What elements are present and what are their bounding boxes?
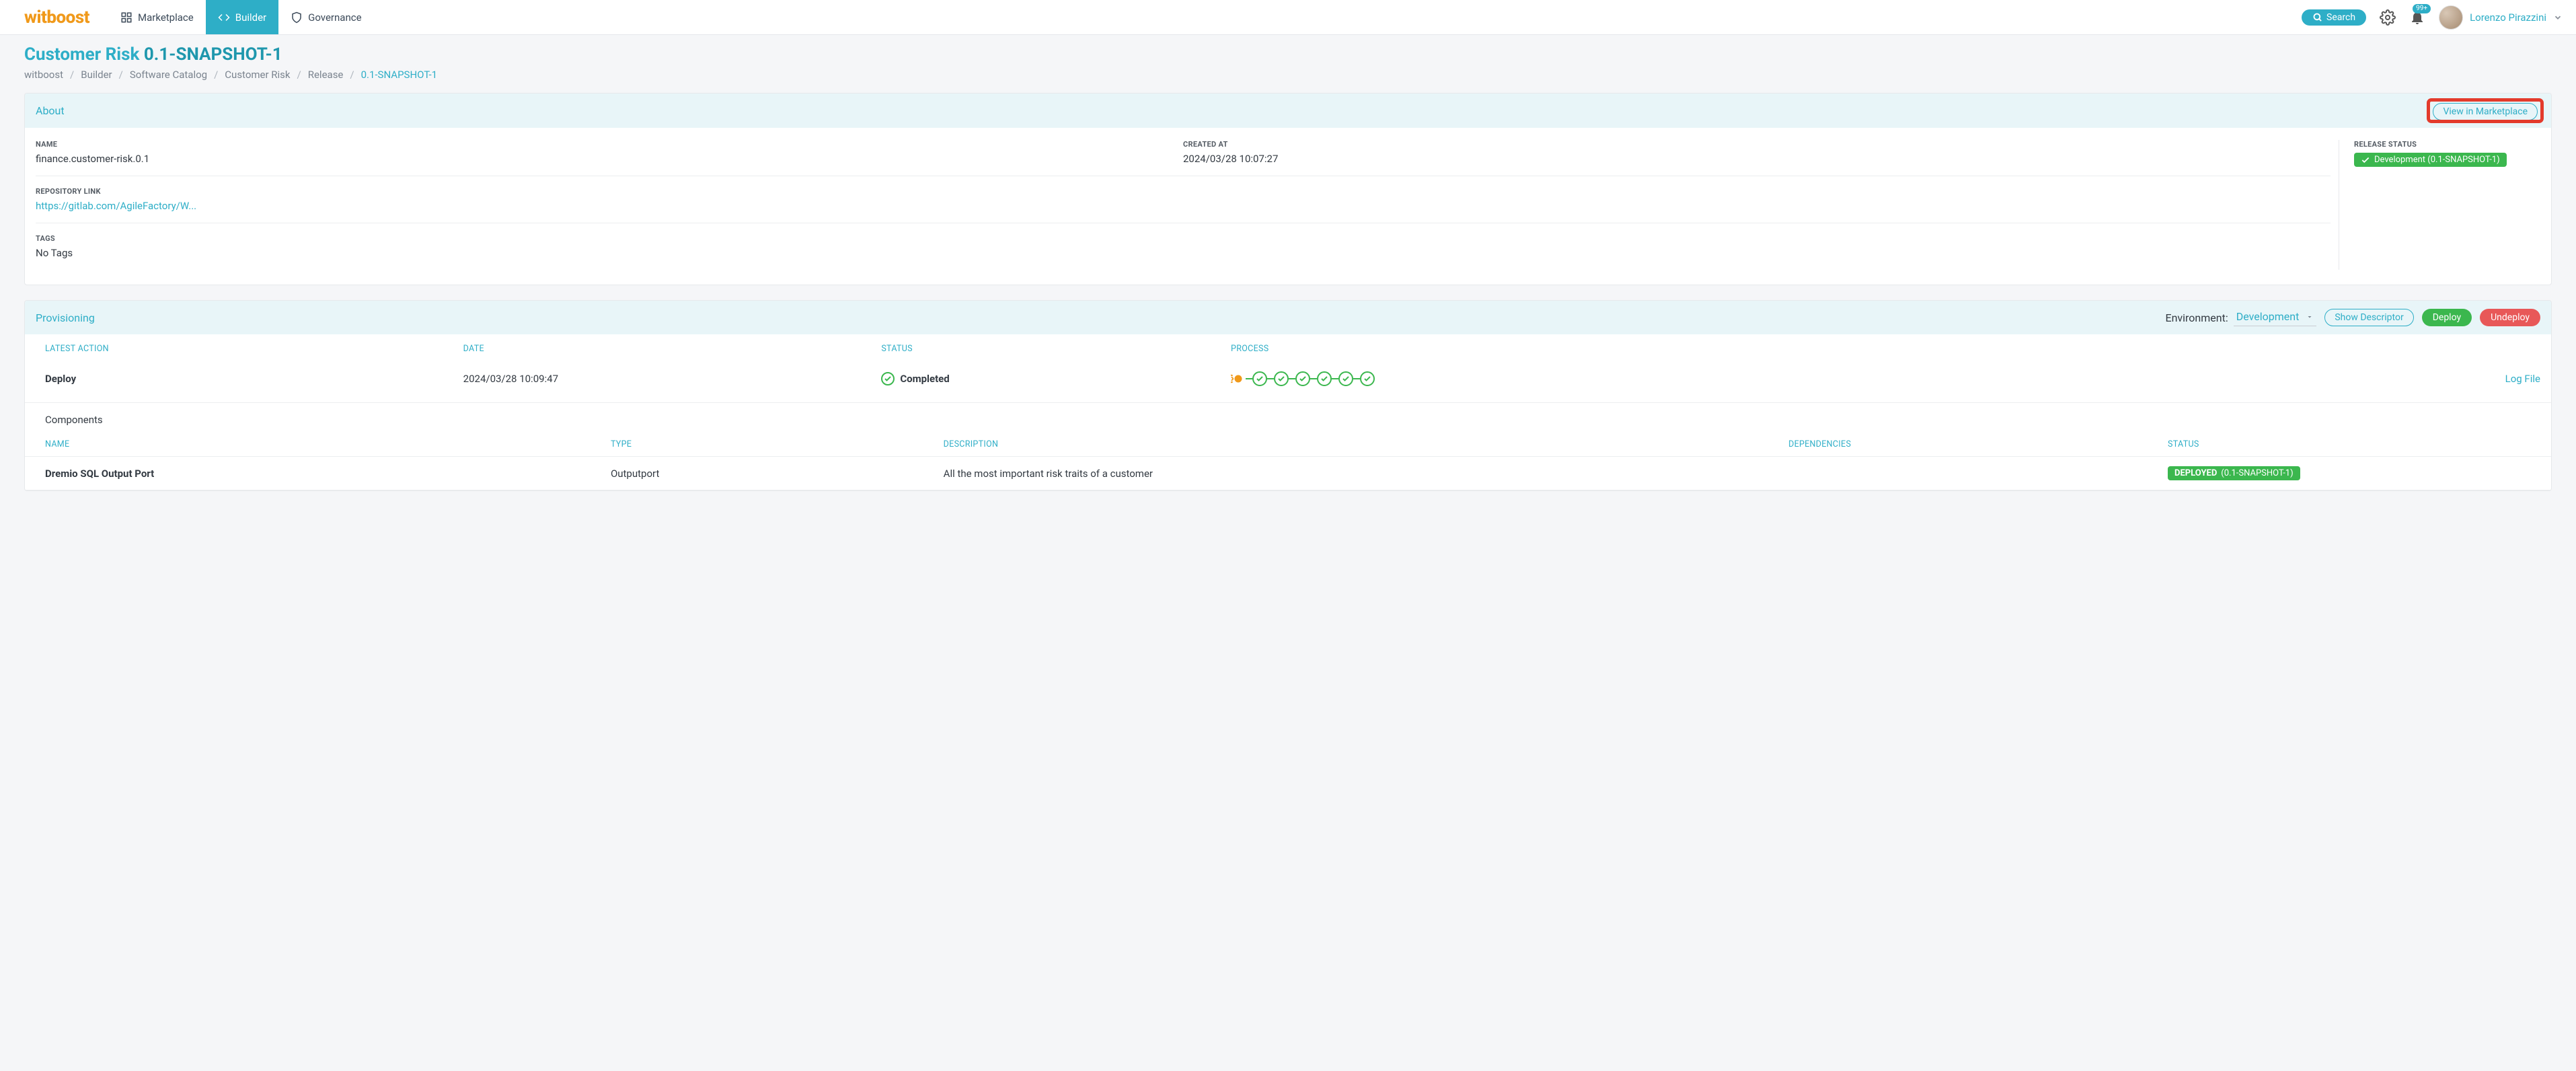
environment-value: Development	[2236, 310, 2300, 323]
col-dependencies: DEPENDENCIES	[1788, 439, 2161, 449]
topbar: witboost Marketplace Builder Governance	[0, 0, 2576, 35]
breadcrumb-item[interactable]: Builder	[81, 69, 112, 81]
name-label: NAME	[36, 140, 1183, 149]
caret-down-icon	[2306, 313, 2314, 321]
component-description: All the most important risk traits of a …	[944, 468, 1782, 480]
environment-label: Environment:	[2165, 311, 2228, 324]
notifications-button[interactable]: 99+	[2409, 9, 2425, 26]
process-step-icon	[1274, 371, 1289, 386]
breadcrumb: witboost/ Builder/ Software Catalog/ Cus…	[24, 69, 2552, 81]
nav-label: Governance	[308, 11, 361, 24]
environment-select: Environment: Development	[2165, 309, 2316, 326]
shield-icon	[291, 11, 303, 24]
check-icon	[2361, 155, 2370, 165]
chevron-down-icon	[2553, 13, 2563, 22]
col-type: TYPE	[611, 439, 937, 449]
component-name: Dremio SQL Output Port	[45, 468, 604, 480]
nav-label: Builder	[235, 11, 266, 24]
component-status-badge: DEPLOYED (0.1-SNAPSHOT-1)	[2168, 466, 2300, 480]
check-circle-icon	[881, 372, 895, 385]
undeploy-button[interactable]: Undeploy	[2480, 309, 2540, 326]
status-label: DEPLOYED	[2174, 468, 2217, 478]
code-icon	[218, 11, 230, 24]
process-start-icon	[1231, 371, 1246, 386]
process-step-icon	[1252, 371, 1267, 386]
col-date: DATE	[463, 344, 875, 354]
prov-table-row: Deploy 2024/03/28 10:09:47 Completed	[25, 363, 2551, 403]
col-latest-action: LATEST ACTION	[45, 344, 457, 354]
prov-table-header: LATEST ACTION DATE STATUS PROCESS	[25, 334, 2551, 363]
settings-button[interactable]	[2380, 9, 2396, 26]
notification-badge: 99+	[2413, 4, 2431, 13]
release-status-badge: Development (0.1-SNAPSHOT-1)	[2354, 153, 2507, 167]
col-status: STATUS	[881, 344, 1224, 354]
brand-logo[interactable]: witboost	[24, 7, 89, 28]
nav-label: Marketplace	[138, 11, 194, 24]
release-status-label: RELEASE STATUS	[2354, 140, 2540, 149]
status-value: Completed	[881, 372, 1224, 385]
created-label: CREATED AT	[1183, 140, 2331, 149]
breadcrumb-item[interactable]: witboost	[24, 69, 63, 81]
status-text: Completed	[900, 373, 949, 385]
nav-governance[interactable]: Governance	[278, 0, 373, 34]
component-type: Outputport	[611, 468, 937, 480]
process-step-icon	[1338, 371, 1353, 386]
primary-nav: Marketplace Builder Governance	[108, 0, 374, 34]
gear-icon	[2380, 9, 2396, 26]
tags-label: TAGS	[36, 234, 2331, 243]
col-process: PROCESS	[1231, 344, 2259, 354]
provisioning-title: Provisioning	[36, 311, 95, 324]
avatar	[2439, 5, 2463, 30]
process-step-icon	[1295, 371, 1310, 386]
grid-icon	[120, 11, 132, 24]
components-title: Components	[25, 403, 2551, 433]
search-label: Search	[2326, 12, 2355, 23]
tags-value: No Tags	[36, 247, 2331, 259]
search-button[interactable]: Search	[2302, 9, 2366, 26]
view-in-marketplace-button[interactable]: View in Marketplace	[2433, 103, 2538, 120]
name-value: finance.customer-risk.0.1	[36, 153, 1183, 165]
about-header: About View in Marketplace	[25, 94, 2551, 128]
about-card: About View in Marketplace NAME finance.c…	[24, 93, 2552, 285]
search-icon	[2312, 12, 2322, 22]
nav-marketplace[interactable]: Marketplace	[108, 0, 206, 34]
title-version: 0.1-SNAPSHOT-1	[144, 44, 282, 65]
status-suffix: (0.1-SNAPSHOT-1)	[2221, 468, 2293, 478]
user-name: Lorenzo Pirazzini	[2470, 11, 2546, 24]
latest-action-value: Deploy	[45, 373, 457, 385]
deploy-button[interactable]: Deploy	[2422, 309, 2472, 326]
brand-text: witboost	[24, 7, 89, 28]
release-status-text: Development (0.1-SNAPSHOT-1)	[2374, 155, 2500, 165]
provisioning-card: Provisioning Environment: Development Sh…	[24, 300, 2552, 491]
col-status: STATUS	[2168, 439, 2540, 449]
page-content: Customer Risk 0.1-SNAPSHOT-1 witboost/ B…	[0, 35, 2576, 533]
components-header: NAME TYPE DESCRIPTION DEPENDENCIES STATU…	[25, 433, 2551, 456]
nav-builder[interactable]: Builder	[206, 0, 278, 34]
breadcrumb-item[interactable]: Release	[308, 69, 344, 81]
highlight-annotation: View in Marketplace	[2430, 102, 2540, 120]
col-description: DESCRIPTION	[944, 439, 1782, 449]
topbar-right: Search 99+ Lorenzo Pirazzini	[2302, 5, 2563, 30]
provisioning-header: Provisioning Environment: Development Sh…	[25, 301, 2551, 334]
repo-label: REPOSITORY LINK	[36, 187, 2331, 196]
created-value: 2024/03/28 10:07:27	[1183, 153, 2331, 165]
environment-dropdown[interactable]: Development	[2234, 309, 2317, 326]
breadcrumb-item[interactable]: Customer Risk	[225, 69, 290, 81]
log-file-link[interactable]: Log File	[2266, 373, 2540, 385]
user-menu[interactable]: Lorenzo Pirazzini	[2439, 5, 2563, 30]
show-descriptor-button[interactable]: Show Descriptor	[2324, 309, 2413, 326]
process-step-icon	[1360, 371, 1375, 386]
breadcrumb-item[interactable]: Software Catalog	[130, 69, 207, 81]
process-chain	[1231, 371, 2259, 386]
repo-link[interactable]: https://gitlab.com/AgileFactory/W...	[36, 200, 2331, 212]
about-title: About	[36, 104, 65, 117]
components-row: Dremio SQL Output Port Outputport All th…	[25, 456, 2551, 490]
date-value: 2024/03/28 10:09:47	[463, 373, 875, 385]
col-name: NAME	[45, 439, 604, 449]
page-title: Customer Risk 0.1-SNAPSHOT-1	[24, 44, 2552, 65]
breadcrumb-current: 0.1-SNAPSHOT-1	[361, 69, 438, 81]
title-prefix: Customer Risk	[24, 44, 144, 65]
process-step-icon	[1317, 371, 1332, 386]
